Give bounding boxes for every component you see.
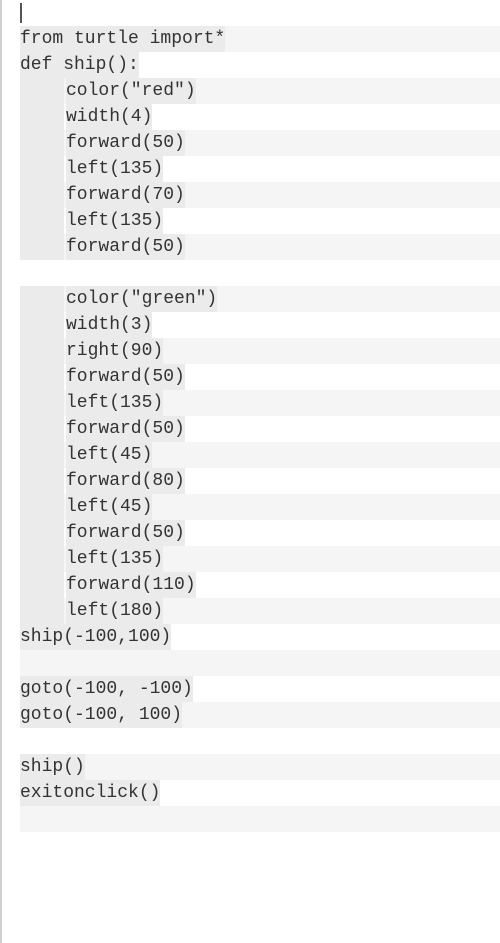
- code-text: exitonclick(): [20, 780, 160, 806]
- code-line[interactable]: forward(50): [20, 520, 500, 546]
- code-line[interactable]: forward(50): [20, 416, 500, 442]
- code-text: forward(110): [66, 572, 196, 598]
- code-line[interactable]: [20, 0, 500, 26]
- code-text: forward(70): [66, 182, 185, 208]
- code-text: ship(): [20, 754, 85, 780]
- code-line[interactable]: width(3): [20, 312, 500, 338]
- code-line[interactable]: left(135): [20, 390, 500, 416]
- code-line[interactable]: left(45): [20, 442, 500, 468]
- code-line[interactable]: color("red"): [20, 78, 500, 104]
- code-line[interactable]: goto(-100, -100): [20, 676, 500, 702]
- code-text: forward(50): [66, 130, 185, 156]
- indent-block: [20, 442, 64, 468]
- indent-block: [20, 156, 64, 182]
- code-line[interactable]: ship(): [20, 754, 500, 780]
- indent-block: [20, 546, 64, 572]
- indent-block: [20, 390, 64, 416]
- code-line[interactable]: left(135): [20, 156, 500, 182]
- code-text: right(90): [66, 338, 163, 364]
- code-line[interactable]: forward(80): [20, 468, 500, 494]
- code-line[interactable]: from turtle import*: [20, 26, 500, 52]
- code-text: left(135): [66, 208, 163, 234]
- code-line[interactable]: forward(110): [20, 572, 500, 598]
- code-line[interactable]: goto(-100, 100): [20, 702, 500, 728]
- code-line[interactable]: color("green"): [20, 286, 500, 312]
- code-text: forward(50): [66, 520, 185, 546]
- code-line[interactable]: forward(50): [20, 364, 500, 390]
- code-text: goto(-100, -100): [20, 676, 193, 702]
- code-editor[interactable]: from turtle import*def ship(): color("re…: [2, 0, 500, 832]
- indent-block: [20, 364, 64, 390]
- indent-block: [20, 312, 64, 338]
- code-line[interactable]: [20, 260, 500, 286]
- code-line[interactable]: [20, 728, 500, 754]
- code-text: forward(50): [66, 234, 185, 260]
- code-text: left(180): [66, 598, 163, 624]
- indent-block: [20, 520, 64, 546]
- code-line[interactable]: right(90): [20, 338, 500, 364]
- indent-block: [20, 416, 64, 442]
- code-text: left(45): [66, 442, 152, 468]
- indent-block: [20, 338, 64, 364]
- indent-block: [20, 234, 64, 260]
- code-line[interactable]: ship(-100,100): [20, 624, 500, 650]
- code-line[interactable]: [20, 650, 500, 676]
- code-line[interactable]: left(45): [20, 494, 500, 520]
- code-text: left(135): [66, 156, 163, 182]
- indent-block: [20, 130, 64, 156]
- code-text: goto(-100, 100): [20, 702, 182, 728]
- code-line[interactable]: exitonclick(): [20, 780, 500, 806]
- indent-block: [20, 208, 64, 234]
- indent-block: [20, 572, 64, 598]
- code-text: forward(80): [66, 468, 185, 494]
- code-text: width(4): [66, 104, 152, 130]
- code-line[interactable]: forward(70): [20, 182, 500, 208]
- code-text: color("green"): [66, 286, 217, 312]
- code-text: def ship():: [20, 52, 139, 78]
- code-line[interactable]: width(4): [20, 104, 500, 130]
- indent-block: [20, 468, 64, 494]
- code-text: left(135): [66, 546, 163, 572]
- indent-block: [20, 78, 64, 104]
- code-line[interactable]: forward(50): [20, 234, 500, 260]
- cursor-icon: [20, 3, 22, 23]
- indent-block: [20, 182, 64, 208]
- code-line[interactable]: forward(50): [20, 130, 500, 156]
- code-line[interactable]: [20, 806, 500, 832]
- code-line[interactable]: left(180): [20, 598, 500, 624]
- code-text: color("red"): [66, 78, 196, 104]
- code-text: ship(-100,100): [20, 624, 171, 650]
- code-text: forward(50): [66, 416, 185, 442]
- code-text: width(3): [66, 312, 152, 338]
- indent-block: [20, 104, 64, 130]
- code-text: left(45): [66, 494, 152, 520]
- code-line[interactable]: left(135): [20, 208, 500, 234]
- indent-block: [20, 286, 64, 312]
- indent-block: [20, 598, 64, 624]
- code-text: from turtle import*: [20, 26, 225, 52]
- code-line[interactable]: def ship():: [20, 52, 500, 78]
- indent-block: [20, 494, 64, 520]
- code-text: left(135): [66, 390, 163, 416]
- code-line[interactable]: left(135): [20, 546, 500, 572]
- code-text: forward(50): [66, 364, 185, 390]
